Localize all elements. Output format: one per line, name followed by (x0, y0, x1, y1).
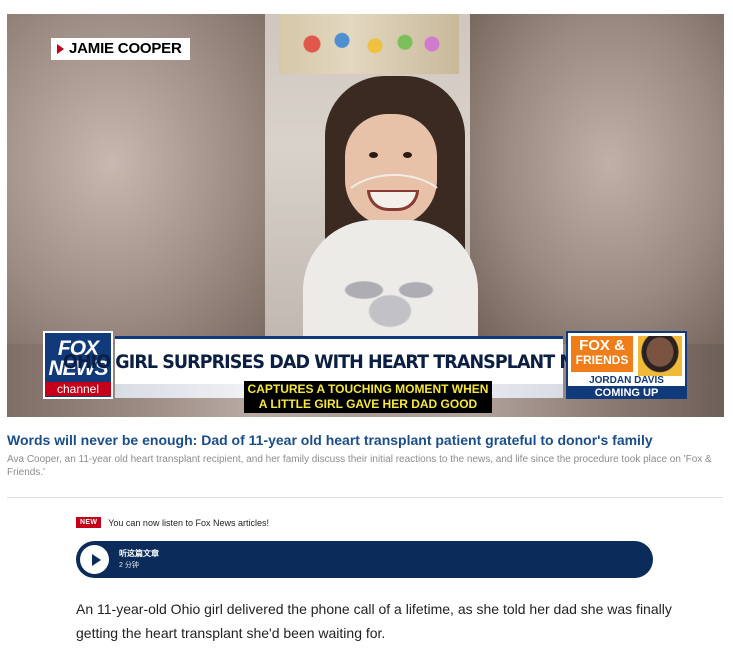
play-button[interactable] (80, 545, 109, 574)
video-shirt-print (325, 262, 455, 332)
play-arrow-icon (57, 44, 64, 54)
listen-note-text: You can now listen to Fox News articles! (108, 517, 269, 528)
video-description: Ava Cooper, an 11-year old heart transpl… (7, 454, 712, 478)
fox-friends-logo-line1: FOX & (579, 337, 625, 354)
video-toys (297, 26, 447, 62)
closed-caption: CAPTURES A TOUCHING MOMENT WHEN A LITTLE… (244, 381, 492, 413)
video-girl-eye (369, 152, 378, 158)
caption-line: A LITTLE GIRL GAVE HER DAD GOOD (258, 397, 478, 411)
caption-line: CAPTURES A TOUCHING MOMENT WHEN (247, 382, 489, 396)
name-tag: JAMIE COOPER (51, 38, 190, 60)
fox-news-logo-line3: channel (45, 382, 111, 396)
audio-player-duration: 2 分钟 (119, 562, 139, 569)
play-icon (91, 553, 101, 566)
host-photo (638, 336, 682, 376)
coming-up-label: COMING UP (568, 386, 685, 397)
lower-third-headline: OHIO GIRL SURPRISES DAD WITH HEART TRANS… (63, 336, 616, 384)
fox-friends-logo-line2: FRIENDS (575, 353, 629, 367)
lower-third-headline-text: OHIO GIRL SURPRISES DAD WITH HEART TRANS… (63, 350, 615, 373)
audio-player[interactable]: 听这篇文章 2 分钟 (76, 541, 653, 578)
new-badge: NEW (76, 517, 102, 528)
video-player[interactable]: JAMIE COOPER FOX NEWS channel OHIO GIRL … (7, 14, 724, 417)
divider (7, 497, 723, 498)
video-background-right (469, 14, 724, 344)
video-girl-eye (403, 152, 412, 158)
fox-friends-box: FOX & FRIENDS JORDAN DAVIS COMING UP (566, 331, 687, 399)
host-name: JORDAN DAVIS (589, 375, 664, 386)
video-background-left (7, 14, 267, 344)
article-body-paragraph: An 11-year-old Ohio girl delivered the p… (76, 601, 672, 641)
audio-player-info: 听这篇文章 2 分钟 (119, 548, 159, 571)
audio-player-title: 听这篇文章 (119, 549, 159, 558)
fox-friends-logo: FOX & FRIENDS (571, 336, 633, 372)
video-title-link[interactable]: Words will never be enough: Dad of 11-ye… (7, 431, 723, 449)
name-tag-text: JAMIE COOPER (69, 40, 182, 57)
listen-announcement: NEW You can now listen to Fox News artic… (76, 517, 269, 528)
